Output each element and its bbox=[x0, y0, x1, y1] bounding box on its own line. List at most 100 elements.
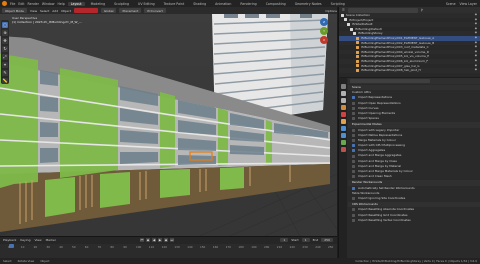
menu-edit[interactable]: Edit bbox=[18, 2, 24, 6]
option-checkbox[interactable] bbox=[352, 101, 355, 105]
tab-modeling[interactable]: Modeling bbox=[88, 2, 109, 6]
option-checkbox[interactable] bbox=[352, 159, 355, 163]
select-box-tool-icon[interactable]: ▢ bbox=[2, 22, 8, 28]
tab-sculpting[interactable]: Sculpting bbox=[111, 2, 132, 6]
tab-texture-paint[interactable]: Texture Paint bbox=[161, 2, 188, 6]
gizmo-y-axis[interactable]: Y bbox=[320, 27, 328, 35]
jump-end-icon[interactable]: ⏭ bbox=[170, 238, 174, 242]
play-reverse-icon[interactable]: ◀ bbox=[152, 238, 156, 242]
option-checkbox[interactable] bbox=[352, 128, 355, 132]
option-checkbox[interactable] bbox=[352, 170, 355, 174]
timeline-tick-label: 160 bbox=[212, 245, 219, 249]
option-checkbox[interactable] bbox=[352, 112, 355, 116]
scene-selector[interactable]: Scene bbox=[446, 2, 456, 6]
object-menu[interactable]: Object bbox=[61, 9, 71, 13]
next-key-icon[interactable]: ◆ bbox=[164, 238, 168, 242]
end-frame-field[interactable]: 250 bbox=[321, 238, 333, 242]
tab-animation[interactable]: Animation bbox=[212, 2, 234, 6]
material-tab-icon[interactable] bbox=[340, 147, 346, 152]
transform-orientation-dropdown[interactable]: Global bbox=[100, 8, 117, 13]
menu-file[interactable]: File bbox=[10, 2, 15, 6]
outliner-row[interactable]: IfcBuildingElementProxy/008_hsb_plint_H ◉ bbox=[339, 68, 480, 73]
world-tab-icon[interactable] bbox=[340, 112, 346, 117]
pivot-dropdown[interactable]: IfcConvert bbox=[144, 8, 166, 13]
menu-help[interactable]: Help bbox=[57, 2, 64, 6]
visibility-eye-icon[interactable]: ◉ bbox=[475, 68, 480, 73]
modifiers-tab-icon[interactable] bbox=[340, 126, 346, 131]
option-checkbox[interactable] bbox=[352, 186, 355, 190]
jump-start-icon[interactable]: ⏮ bbox=[140, 238, 144, 242]
view-layer-selector[interactable]: View Layer bbox=[460, 2, 477, 6]
gizmo-x-axis[interactable]: X bbox=[320, 36, 328, 44]
properties-row-label: Import Resetting Vertex Coordinates bbox=[358, 217, 411, 222]
tab-scripting[interactable]: Scripting bbox=[328, 2, 348, 6]
properties-option-row[interactable]: Import Ignoring Site Coordinates bbox=[348, 196, 480, 201]
options-menu[interactable]: Options bbox=[325, 9, 337, 13]
add-menu[interactable]: Add bbox=[52, 9, 58, 13]
option-checkbox[interactable] bbox=[352, 106, 355, 110]
option-checkbox[interactable] bbox=[352, 218, 355, 222]
navigation-gizmo[interactable]: Z Y X bbox=[316, 18, 332, 44]
tab-rendering[interactable]: Rendering bbox=[237, 2, 259, 6]
snap-dropdown[interactable]: Placement bbox=[119, 8, 142, 13]
data-tab-icon[interactable] bbox=[340, 140, 346, 145]
option-checkbox[interactable] bbox=[352, 164, 355, 168]
render-tab-icon[interactable] bbox=[340, 91, 346, 96]
properties-option-row[interactable]: Import and Clean Mesh bbox=[348, 174, 480, 179]
3d-viewport[interactable]: User Perspective (1) Collection | 2023-i… bbox=[0, 14, 337, 236]
constraints-tab-icon[interactable] bbox=[340, 133, 346, 138]
tab-uv-editing[interactable]: UV Editing bbox=[135, 2, 158, 6]
timeline-keying-menu[interactable]: Keying bbox=[20, 238, 30, 242]
collection-icon bbox=[353, 32, 356, 36]
timeline-tick-label: 140 bbox=[187, 245, 193, 249]
move-tool-icon[interactable]: ✥ bbox=[2, 38, 8, 44]
properties-option-row[interactable]: Import Spaces bbox=[348, 116, 480, 121]
tab-shading[interactable]: Shading bbox=[190, 2, 209, 6]
timeline-ruler[interactable]: 0 10 20 30 40 50 60 70 80 90 100 110 120 130 140 150 160… bbox=[0, 244, 337, 258]
select-menu[interactable]: Select bbox=[40, 9, 49, 13]
menu-window[interactable]: Window bbox=[42, 2, 55, 6]
option-checkbox[interactable] bbox=[352, 133, 355, 137]
start-frame-field[interactable]: 1 bbox=[301, 238, 310, 242]
menu-render[interactable]: Render bbox=[28, 2, 39, 6]
mode-dropdown[interactable]: Object Mode bbox=[2, 8, 27, 13]
timeline-playback-menu[interactable]: Playback bbox=[3, 238, 16, 242]
outliner-search-input[interactable] bbox=[347, 7, 418, 13]
output-tab-icon[interactable] bbox=[340, 98, 346, 103]
timeline-marker-menu[interactable]: Marker bbox=[46, 238, 56, 242]
scene-tab-icon[interactable] bbox=[340, 105, 346, 110]
filter-icon[interactable]: ⚲ bbox=[421, 8, 423, 12]
option-checkbox[interactable] bbox=[352, 197, 355, 201]
tab-geometry-nodes[interactable]: Geometry Nodes bbox=[292, 2, 325, 6]
view-menu[interactable]: View bbox=[30, 9, 37, 13]
annotate-tool-icon[interactable]: ✎ bbox=[2, 70, 8, 76]
blender-logo-icon[interactable] bbox=[2, 1, 7, 6]
option-checkbox[interactable] bbox=[352, 138, 355, 142]
option-checkbox[interactable] bbox=[352, 149, 355, 153]
object-tab-icon[interactable] bbox=[340, 119, 346, 124]
option-checkbox[interactable] bbox=[352, 117, 355, 121]
option-checkbox[interactable] bbox=[352, 144, 355, 148]
red-status-pill[interactable] bbox=[73, 8, 98, 13]
outliner-display-mode-icon[interactable]: ☰ bbox=[342, 8, 345, 12]
option-checkbox[interactable] bbox=[352, 208, 355, 212]
measure-tool-icon[interactable]: 📏 bbox=[2, 78, 8, 84]
cursor-tool-icon[interactable]: ⊕ bbox=[2, 30, 8, 36]
option-checkbox[interactable] bbox=[352, 213, 355, 217]
play-icon[interactable]: ▶ bbox=[158, 238, 162, 242]
tab-compositing[interactable]: Compositing bbox=[263, 2, 289, 6]
prev-key-icon[interactable]: ◆ bbox=[146, 238, 150, 242]
current-frame-field[interactable]: 1 bbox=[280, 238, 289, 242]
transform-tool-icon[interactable]: ⌖ bbox=[2, 62, 8, 68]
tool-tab-icon[interactable] bbox=[340, 84, 346, 89]
option-checkbox[interactable] bbox=[352, 175, 355, 179]
scale-tool-icon[interactable]: ⤢ bbox=[2, 54, 8, 60]
properties-option-row[interactable]: Import Resetting Vertex Coordinates bbox=[348, 218, 480, 223]
tab-layout[interactable]: Layout bbox=[67, 1, 85, 6]
rotate-tool-icon[interactable]: ↻ bbox=[2, 46, 8, 52]
option-checkbox[interactable] bbox=[352, 96, 355, 100]
timeline-view-menu[interactable]: View bbox=[34, 238, 41, 242]
option-checkbox[interactable] bbox=[352, 154, 355, 158]
gizmo-z-axis[interactable]: Z bbox=[320, 18, 328, 26]
properties-search-input[interactable] bbox=[350, 78, 430, 84]
